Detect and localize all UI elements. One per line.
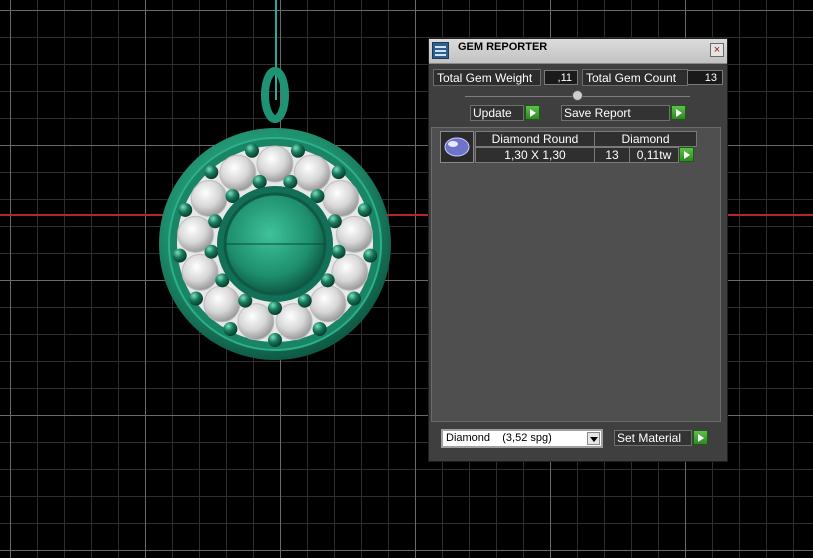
gem-weight-cell: 0,11tw bbox=[629, 147, 679, 163]
setting-bead bbox=[283, 174, 298, 189]
diamond-stone bbox=[203, 285, 241, 323]
close-icon[interactable]: × bbox=[710, 43, 724, 57]
setting-bead bbox=[363, 248, 378, 263]
setting-bead bbox=[223, 322, 238, 337]
setting-bead bbox=[178, 202, 193, 217]
diamond-stone bbox=[309, 285, 347, 323]
gem-material-header: Diamond bbox=[594, 131, 697, 147]
total-gem-count-label: Total Gem Count bbox=[582, 69, 688, 86]
diamond-stone bbox=[181, 253, 219, 291]
chevron-down-icon[interactable] bbox=[587, 432, 600, 445]
set-material-go-icon[interactable] bbox=[693, 430, 708, 445]
save-report-go-icon[interactable] bbox=[671, 105, 686, 120]
total-gem-weight-label: Total Gem Weight bbox=[433, 69, 541, 86]
gem-shape-header: Diamond Round bbox=[475, 131, 595, 147]
pendant-model[interactable] bbox=[150, 60, 400, 370]
pendant-bail bbox=[261, 67, 289, 123]
save-report-button[interactable]: Save Report bbox=[561, 105, 670, 121]
gem-reporter-icon bbox=[432, 42, 449, 59]
setting-bead bbox=[290, 143, 305, 158]
gem-reporter-panel: GEM REPORTER × Total Gem Weight ,11 Tota… bbox=[428, 38, 728, 462]
setting-bead bbox=[312, 322, 327, 337]
setting-bead bbox=[204, 244, 219, 259]
gem-size-cell: 1,30 X 1,30 bbox=[475, 147, 595, 163]
setting-bead bbox=[204, 165, 219, 180]
update-go-icon[interactable] bbox=[525, 105, 540, 120]
setting-bead bbox=[331, 244, 346, 259]
gem-list: Diamond Round Diamond 1,30 X 1,30 13 0,1… bbox=[431, 127, 721, 422]
set-material-button[interactable]: Set Material bbox=[614, 430, 692, 446]
material-dropdown[interactable]: Diamond (3,52 spg) bbox=[441, 429, 603, 448]
setting-bead bbox=[268, 301, 282, 315]
diamond-stone bbox=[331, 253, 369, 291]
diamond-stone bbox=[322, 180, 360, 218]
setting-bead bbox=[245, 143, 260, 158]
gem-count-cell: 13 bbox=[594, 147, 630, 163]
slider-handle[interactable] bbox=[572, 90, 583, 101]
round-gem-icon bbox=[440, 131, 474, 163]
material-select-value: Diamond (3,52 spg) bbox=[446, 432, 552, 444]
total-gem-weight-value: ,11 bbox=[544, 70, 578, 85]
total-gem-count-value: 13 bbox=[687, 70, 723, 85]
panel-title: GEM REPORTER bbox=[458, 41, 548, 53]
setting-bead bbox=[252, 174, 267, 189]
setting-bead bbox=[172, 248, 187, 263]
setting-bead bbox=[347, 291, 362, 306]
gem-row-go-icon[interactable] bbox=[679, 147, 694, 162]
update-button[interactable]: Update bbox=[470, 105, 524, 121]
panel-titlebar[interactable]: GEM REPORTER × bbox=[429, 39, 727, 64]
setting-bead bbox=[268, 333, 282, 347]
diamond-stone bbox=[219, 154, 257, 192]
diamond-stone bbox=[190, 180, 228, 218]
setting-bead bbox=[357, 202, 372, 217]
diamond-stone bbox=[293, 154, 331, 192]
setting-bead bbox=[331, 165, 346, 180]
setting-bead bbox=[188, 291, 203, 306]
